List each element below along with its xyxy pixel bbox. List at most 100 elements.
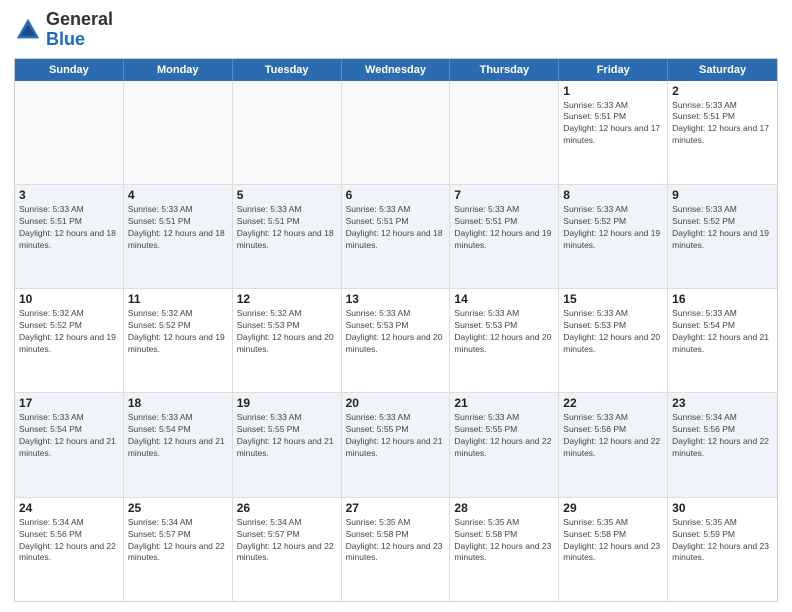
day-info: Sunrise: 5:33 AMSunset: 5:52 PMDaylight:… <box>672 204 773 252</box>
header-day-wednesday: Wednesday <box>342 59 451 81</box>
day-number: 27 <box>346 501 446 515</box>
calendar-week-2: 3Sunrise: 5:33 AMSunset: 5:51 PMDaylight… <box>15 185 777 289</box>
day-cell-9: 9 Sunrise: 5:33 AMSunset: 5:52 PMDaylight… <box>668 185 777 288</box>
day-cell-6: 6 Sunrise: 5:33 AMSunset: 5:51 PMDaylight… <box>342 185 451 288</box>
day-info: Sunrise: 5:35 AMSunset: 5:59 PMDaylight:… <box>672 517 773 565</box>
day-info: Sunrise: 5:33 AMSunset: 5:51 PMDaylight:… <box>128 204 228 252</box>
day-number: 25 <box>128 501 228 515</box>
day-cell-23: 23 Sunrise: 5:34 AMSunset: 5:56 PMDayligh… <box>668 393 777 496</box>
day-cell-22: 22Sunrise: 5:33 AMSunset: 5:56 PMDayligh… <box>559 393 668 496</box>
day-number: 5 <box>237 188 337 202</box>
day-info: Sunrise: 5:35 AMSunset: 5:58 PMDaylight:… <box>454 517 554 565</box>
day-cell-30: 30 Sunrise: 5:35 AMSunset: 5:59 PMDayligh… <box>668 498 777 601</box>
day-cell-11: 11Sunrise: 5:32 AMSunset: 5:52 PMDayligh… <box>124 289 233 392</box>
day-info: Sunrise: 5:32 AMSunset: 5:52 PMDaylight:… <box>128 308 228 356</box>
day-cell-19: 19 Sunrise: 5:33 AMSunset: 5:55 PMDayligh… <box>233 393 342 496</box>
empty-cell <box>15 81 124 184</box>
day-info: Sunrise: 5:33 AMSunset: 5:54 PMDaylight:… <box>19 412 119 460</box>
day-info: Sunrise: 5:34 AMSunset: 5:56 PMDaylight:… <box>19 517 119 565</box>
day-info: Sunrise: 5:33 AMSunset: 5:55 PMDaylight:… <box>237 412 337 460</box>
day-cell-21: 21Sunrise: 5:33 AMSunset: 5:55 PMDayligh… <box>450 393 559 496</box>
logo-icon <box>14 16 42 44</box>
day-cell-24: 24 Sunrise: 5:34 AMSunset: 5:56 PMDayligh… <box>15 498 124 601</box>
day-info: Sunrise: 5:32 AMSunset: 5:52 PMDaylight:… <box>19 308 119 356</box>
day-info: Sunrise: 5:33 AMSunset: 5:55 PMDaylight:… <box>346 412 446 460</box>
day-info: Sunrise: 5:32 AMSunset: 5:53 PMDaylight:… <box>237 308 337 356</box>
day-info: Sunrise: 5:33 AMSunset: 5:51 PMDaylight:… <box>237 204 337 252</box>
day-number: 28 <box>454 501 554 515</box>
day-number: 19 <box>237 396 337 410</box>
day-number: 8 <box>563 188 663 202</box>
day-cell-16: 16 Sunrise: 5:33 AMSunset: 5:54 PMDayligh… <box>668 289 777 392</box>
day-number: 6 <box>346 188 446 202</box>
calendar-header: SundayMondayTuesdayWednesdayThursdayFrid… <box>15 59 777 81</box>
day-number: 7 <box>454 188 554 202</box>
day-cell-3: 3Sunrise: 5:33 AMSunset: 5:51 PMDaylight… <box>15 185 124 288</box>
empty-cell <box>450 81 559 184</box>
day-info: Sunrise: 5:33 AMSunset: 5:53 PMDaylight:… <box>454 308 554 356</box>
day-cell-14: 14 Sunrise: 5:33 AMSunset: 5:53 PMDayligh… <box>450 289 559 392</box>
header-day-friday: Friday <box>559 59 668 81</box>
day-cell-10: 10 Sunrise: 5:32 AMSunset: 5:52 PMDayligh… <box>15 289 124 392</box>
day-number: 26 <box>237 501 337 515</box>
calendar-week-1: 1 Sunrise: 5:33 AMSunset: 5:51 PMDaylight… <box>15 81 777 185</box>
day-cell-4: 4Sunrise: 5:33 AMSunset: 5:51 PMDaylight… <box>124 185 233 288</box>
day-info: Sunrise: 5:33 AMSunset: 5:52 PMDaylight:… <box>563 204 663 252</box>
day-number: 16 <box>672 292 773 306</box>
header-day-thursday: Thursday <box>450 59 559 81</box>
day-info: Sunrise: 5:34 AMSunset: 5:57 PMDaylight:… <box>128 517 228 565</box>
day-info: Sunrise: 5:34 AMSunset: 5:56 PMDaylight:… <box>672 412 773 460</box>
empty-cell <box>233 81 342 184</box>
day-number: 21 <box>454 396 554 410</box>
day-number: 23 <box>672 396 773 410</box>
header-day-saturday: Saturday <box>668 59 777 81</box>
day-cell-26: 26 Sunrise: 5:34 AMSunset: 5:57 PMDayligh… <box>233 498 342 601</box>
calendar-week-5: 24 Sunrise: 5:34 AMSunset: 5:56 PMDayligh… <box>15 498 777 601</box>
day-number: 15 <box>563 292 663 306</box>
header-day-monday: Monday <box>124 59 233 81</box>
day-number: 10 <box>19 292 119 306</box>
day-number: 9 <box>672 188 773 202</box>
day-info: Sunrise: 5:33 AMSunset: 5:51 PMDaylight:… <box>19 204 119 252</box>
day-info: Sunrise: 5:33 AMSunset: 5:53 PMDaylight:… <box>563 308 663 356</box>
day-cell-18: 18Sunrise: 5:33 AMSunset: 5:54 PMDayligh… <box>124 393 233 496</box>
day-number: 14 <box>454 292 554 306</box>
logo: General Blue <box>14 10 113 50</box>
day-cell-1: 1 Sunrise: 5:33 AMSunset: 5:51 PMDaylight… <box>559 81 668 184</box>
day-cell-2: 2 Sunrise: 5:33 AMSunset: 5:51 PMDaylight… <box>668 81 777 184</box>
empty-cell <box>124 81 233 184</box>
day-info: Sunrise: 5:33 AMSunset: 5:56 PMDaylight:… <box>563 412 663 460</box>
day-cell-25: 25 Sunrise: 5:34 AMSunset: 5:57 PMDayligh… <box>124 498 233 601</box>
day-info: Sunrise: 5:34 AMSunset: 5:57 PMDaylight:… <box>237 517 337 565</box>
day-number: 30 <box>672 501 773 515</box>
day-info: Sunrise: 5:35 AMSunset: 5:58 PMDaylight:… <box>346 517 446 565</box>
day-info: Sunrise: 5:33 AMSunset: 5:51 PMDaylight:… <box>563 100 663 148</box>
calendar-week-3: 10 Sunrise: 5:32 AMSunset: 5:52 PMDayligh… <box>15 289 777 393</box>
day-number: 2 <box>672 84 773 98</box>
day-cell-8: 8 Sunrise: 5:33 AMSunset: 5:52 PMDaylight… <box>559 185 668 288</box>
day-cell-28: 28 Sunrise: 5:35 AMSunset: 5:58 PMDayligh… <box>450 498 559 601</box>
day-cell-20: 20 Sunrise: 5:33 AMSunset: 5:55 PMDayligh… <box>342 393 451 496</box>
day-cell-13: 13Sunrise: 5:33 AMSunset: 5:53 PMDayligh… <box>342 289 451 392</box>
day-info: Sunrise: 5:33 AMSunset: 5:51 PMDaylight:… <box>346 204 446 252</box>
day-number: 12 <box>237 292 337 306</box>
day-info: Sunrise: 5:35 AMSunset: 5:58 PMDaylight:… <box>563 517 663 565</box>
day-cell-27: 27 Sunrise: 5:35 AMSunset: 5:58 PMDayligh… <box>342 498 451 601</box>
header-day-sunday: Sunday <box>15 59 124 81</box>
day-info: Sunrise: 5:33 AMSunset: 5:54 PMDaylight:… <box>672 308 773 356</box>
logo-text: General Blue <box>46 10 113 50</box>
calendar: SundayMondayTuesdayWednesdayThursdayFrid… <box>14 58 778 602</box>
day-cell-5: 5 Sunrise: 5:33 AMSunset: 5:51 PMDaylight… <box>233 185 342 288</box>
day-cell-29: 29Sunrise: 5:35 AMSunset: 5:58 PMDayligh… <box>559 498 668 601</box>
empty-cell <box>342 81 451 184</box>
day-number: 20 <box>346 396 446 410</box>
day-number: 17 <box>19 396 119 410</box>
day-info: Sunrise: 5:33 AMSunset: 5:51 PMDaylight:… <box>672 100 773 148</box>
calendar-week-4: 17 Sunrise: 5:33 AMSunset: 5:54 PMDayligh… <box>15 393 777 497</box>
day-cell-17: 17 Sunrise: 5:33 AMSunset: 5:54 PMDayligh… <box>15 393 124 496</box>
day-number: 13 <box>346 292 446 306</box>
day-cell-15: 15 Sunrise: 5:33 AMSunset: 5:53 PMDayligh… <box>559 289 668 392</box>
day-number: 24 <box>19 501 119 515</box>
calendar-body: 1 Sunrise: 5:33 AMSunset: 5:51 PMDaylight… <box>15 81 777 601</box>
day-number: 1 <box>563 84 663 98</box>
